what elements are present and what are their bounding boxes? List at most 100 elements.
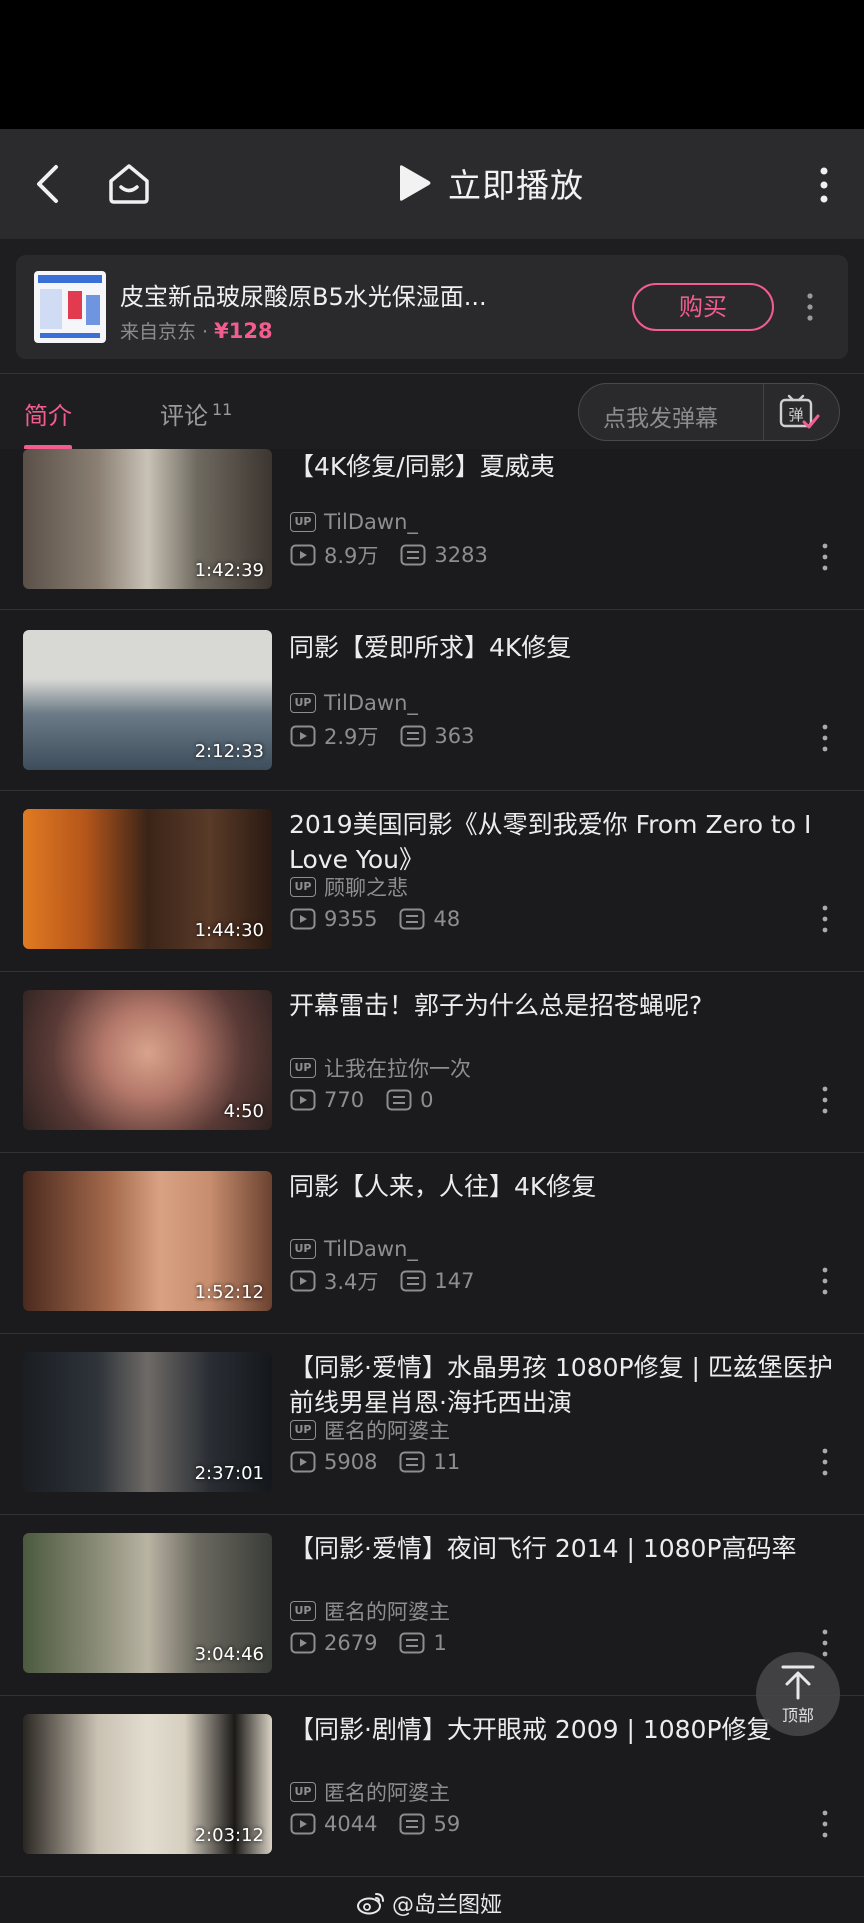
uploader-row: UP TilDawn_ xyxy=(290,508,418,536)
stats-row: 8.9万 3283 xyxy=(290,541,488,569)
video-thumbnail[interactable]: 1:44:30 xyxy=(23,809,272,949)
video-item[interactable]: 1:44:30 2019美国同影《从零到我爱你 From Zero to I L… xyxy=(0,791,864,972)
tab-bar: 简介 评论 11 点我发弹幕 弹 xyxy=(0,373,864,450)
play-count-icon xyxy=(290,908,316,930)
danmaku-input[interactable]: 点我发弹幕 弹 xyxy=(578,383,840,441)
view-count: 2.9万 xyxy=(324,725,379,749)
video-thumbnail[interactable]: 2:03:12 xyxy=(23,1714,272,1854)
up-badge: UP xyxy=(290,877,316,897)
video-title[interactable]: 【同影·爱情】夜间飞行 2014 | 1080P高码率 xyxy=(289,1531,849,1566)
view-count: 2679 xyxy=(324,1631,378,1655)
video-duration: 1:52:12 xyxy=(194,1282,264,1303)
up-badge: UP xyxy=(290,1601,316,1621)
video-item[interactable]: 2:03:12 【同影·剧情】大开眼戒 2009 | 1080P修复 UP 匿名… xyxy=(0,1696,864,1877)
video-item[interactable]: 2:37:01 【同影·爱情】水晶男孩 1080P修复 | 匹兹堡医护前线男星肖… xyxy=(0,1334,864,1515)
stats-row: 770 0 xyxy=(290,1086,433,1114)
danmaku-count: 363 xyxy=(434,724,475,748)
danmaku-toggle-icon[interactable]: 弹 xyxy=(778,394,820,432)
more-options-icon[interactable] xyxy=(812,165,836,205)
video-thumbnail[interactable]: 2:12:33 xyxy=(23,630,272,770)
danmaku-count-icon xyxy=(399,908,425,930)
uploader-row: UP 匿名的阿婆主 xyxy=(290,1597,450,1625)
play-count-icon xyxy=(290,1632,316,1654)
danmaku-count: 147 xyxy=(434,1269,475,1293)
video-title[interactable]: 同影【人来，人往】4K修复 xyxy=(289,1169,849,1204)
uploader-row: UP TilDawn_ xyxy=(290,689,418,717)
view-count: 4044 xyxy=(324,1812,378,1836)
video-thumbnail[interactable]: 1:42:39 xyxy=(23,449,272,589)
danmaku-count-icon xyxy=(386,1089,412,1111)
video-more-icon[interactable] xyxy=(818,904,832,934)
video-title[interactable]: 开幕雷击！郭子为什么总是招苍蝇呢? xyxy=(289,988,849,1023)
danmaku-count: 3283 xyxy=(434,543,488,567)
video-item[interactable]: 1:52:12 同影【人来，人往】4K修复 UP TilDawn_ 3.4万 1… xyxy=(0,1153,864,1334)
danmaku-divider xyxy=(763,384,764,440)
video-item[interactable]: 2:12:33 同影【爱即所求】4K修复 UP TilDawn_ 2.9万 36… xyxy=(0,610,864,791)
stats-row: 4044 59 xyxy=(290,1810,460,1838)
play-now-button[interactable]: 立即播放 xyxy=(396,155,584,211)
up-badge: UP xyxy=(290,693,316,713)
uploader-name: 匿名的阿婆主 xyxy=(324,1419,450,1443)
video-duration: 1:42:39 xyxy=(194,560,264,581)
uploader-name: TilDawn_ xyxy=(324,691,418,715)
video-item[interactable]: 4:50 开幕雷击！郭子为什么总是招苍蝇呢? UP 让我在拉你一次 770 0 xyxy=(0,972,864,1153)
ad-more-icon[interactable] xyxy=(800,291,820,323)
video-thumbnail[interactable]: 4:50 xyxy=(23,990,272,1130)
danmaku-count: 1 xyxy=(433,1631,447,1655)
danmaku-count: 59 xyxy=(433,1812,461,1836)
video-more-icon[interactable] xyxy=(818,1266,832,1296)
video-more-icon[interactable] xyxy=(818,1809,832,1839)
video-more-icon[interactable] xyxy=(818,1447,832,1477)
video-thumbnail[interactable]: 1:52:12 xyxy=(23,1171,272,1311)
ad-source-text: 来自京东 · xyxy=(120,321,215,343)
danmaku-count-icon xyxy=(400,1270,426,1292)
danmaku-count-icon xyxy=(400,725,426,747)
up-badge: UP xyxy=(290,1239,316,1259)
ad-card[interactable]: 皮宝新品玻尿酸原B5水光保湿面... 来自京东 · ¥128 购买 xyxy=(16,255,848,359)
video-more-icon[interactable] xyxy=(818,723,832,753)
stats-row: 9355 48 xyxy=(290,905,460,933)
view-count: 5908 xyxy=(324,1450,378,1474)
video-duration: 4:50 xyxy=(223,1101,264,1122)
video-title[interactable]: 2019美国同影《从零到我爱你 From Zero to I Love You》 xyxy=(289,807,849,877)
video-item[interactable]: 3:04:46 【同影·爱情】夜间飞行 2014 | 1080P高码率 UP 匿… xyxy=(0,1515,864,1696)
play-count-icon xyxy=(290,725,316,747)
play-icon xyxy=(400,165,431,201)
video-item[interactable]: 1:42:39 【4K修复/同影】夏威夷 UP TilDawn_ 8.9万 32… xyxy=(0,449,864,610)
video-title[interactable]: 同影【爱即所求】4K修复 xyxy=(289,630,849,665)
ad-source: 来自京东 · ¥128 xyxy=(120,317,273,344)
play-count-icon xyxy=(290,544,316,566)
tab-intro[interactable]: 简介 xyxy=(24,396,72,431)
uploader-name: TilDawn_ xyxy=(324,510,418,534)
video-title[interactable]: 【同影·爱情】水晶男孩 1080P修复 | 匹兹堡医护前线男星肖恩·海托西出演 xyxy=(289,1350,849,1420)
back-arrow-icon[interactable] xyxy=(28,161,74,207)
video-title[interactable]: 【4K修复/同影】夏威夷 xyxy=(289,449,849,484)
video-more-icon[interactable] xyxy=(818,1628,832,1658)
video-thumbnail[interactable]: 3:04:46 xyxy=(23,1533,272,1673)
buy-button[interactable]: 购买 xyxy=(632,283,774,331)
video-duration: 1:44:30 xyxy=(194,920,264,941)
danmaku-count-icon xyxy=(399,1451,425,1473)
video-thumbnail[interactable]: 2:37:01 xyxy=(23,1352,272,1492)
weibo-watermark: @岛兰图娅 xyxy=(356,1887,502,1919)
video-duration: 2:03:12 xyxy=(194,1825,264,1846)
danmaku-count-icon xyxy=(399,1813,425,1835)
footer: @岛兰图娅 xyxy=(0,1879,864,1923)
uploader-name: 匿名的阿婆主 xyxy=(324,1781,450,1805)
danmaku-count: 0 xyxy=(420,1088,434,1112)
home-icon[interactable] xyxy=(105,159,153,207)
uploader-name: 匿名的阿婆主 xyxy=(324,1600,450,1624)
video-duration: 3:04:46 xyxy=(194,1644,264,1665)
watermark-text: @岛兰图娅 xyxy=(392,1893,503,1918)
play-count-icon xyxy=(290,1270,316,1292)
ad-price: ¥128 xyxy=(214,319,273,343)
video-more-icon[interactable] xyxy=(818,542,832,572)
tab-comments-label: 评论 xyxy=(160,402,208,430)
back-to-top-button[interactable]: 顶部 xyxy=(756,1652,840,1736)
video-duration: 2:37:01 xyxy=(194,1463,264,1484)
video-more-icon[interactable] xyxy=(818,1085,832,1115)
uploader-name: 顾聊之悲 xyxy=(324,876,408,900)
play-now-label: 立即播放 xyxy=(448,166,584,205)
tab-comments[interactable]: 评论 11 xyxy=(160,396,232,431)
view-count: 8.9万 xyxy=(324,544,379,568)
